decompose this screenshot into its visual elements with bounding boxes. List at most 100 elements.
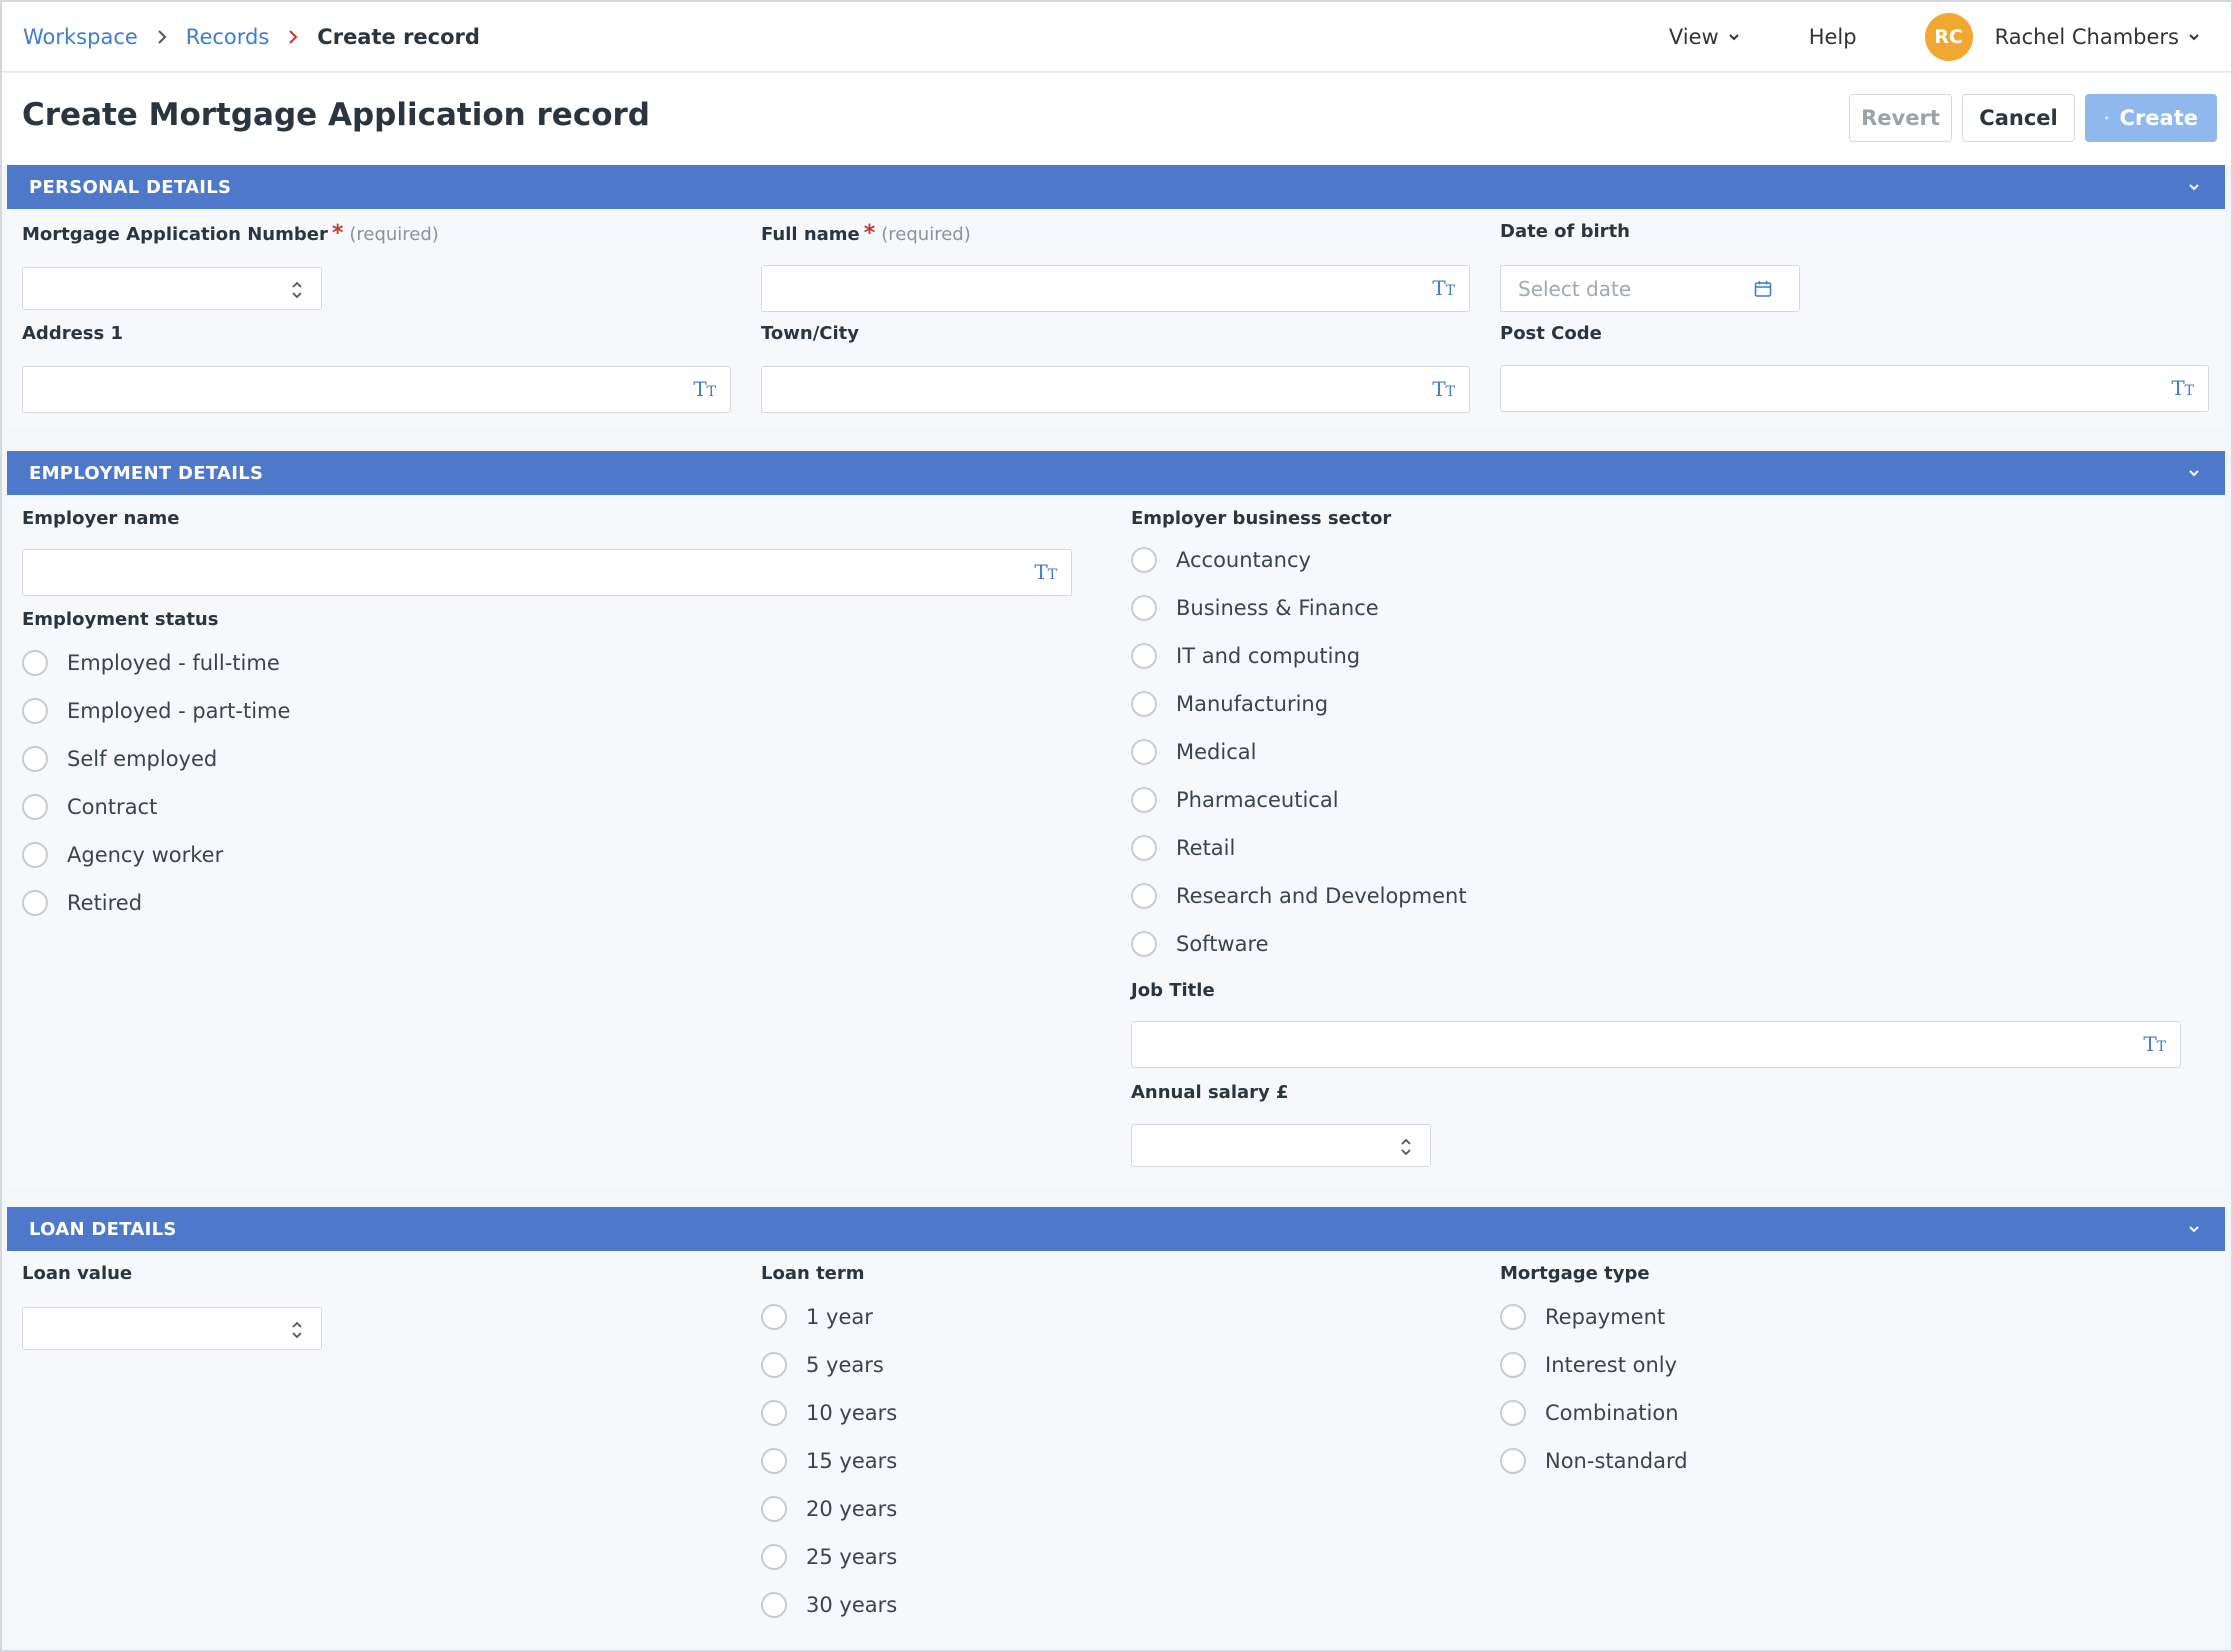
calendar-icon[interactable]: [1753, 279, 1773, 299]
radio-label: Research and Development: [1176, 884, 1467, 908]
radio-circle[interactable]: [1500, 1352, 1526, 1378]
radio-it-computing[interactable]: IT and computing: [1131, 643, 1360, 669]
section-title: EMPLOYMENT DETAILS: [29, 462, 264, 484]
radio-circle[interactable]: [22, 650, 48, 676]
radio-non-standard[interactable]: Non-standard: [1500, 1448, 1688, 1474]
radio-circle[interactable]: [761, 1400, 787, 1426]
radio-label: Accountancy: [1176, 548, 1311, 572]
loan-value-stepper[interactable]: [22, 1307, 322, 1350]
loan-details-body: Loan value Loan term 1 year 5 years 10 y…: [7, 1251, 2225, 1648]
radio-circle[interactable]: [22, 890, 48, 916]
radio-term-25-years[interactable]: 25 years: [761, 1544, 897, 1570]
radio-circle[interactable]: [1500, 1304, 1526, 1330]
radio-business-finance[interactable]: Business & Finance: [1131, 595, 1379, 621]
view-menu[interactable]: View: [1669, 25, 1741, 49]
loan-details-header[interactable]: LOAN DETAILS: [7, 1207, 2225, 1251]
cancel-button[interactable]: Cancel: [1962, 94, 2075, 142]
top-bar: Workspace Records Create record View Hel…: [2, 2, 2231, 72]
radio-retail[interactable]: Retail: [1131, 835, 1235, 861]
header-actions: Revert Cancel Create: [1849, 94, 2217, 142]
stepper-icon[interactable]: [291, 278, 303, 302]
radio-label: Medical: [1176, 740, 1257, 764]
postcode-input[interactable]: TT: [1500, 365, 2209, 412]
radio-circle[interactable]: [22, 746, 48, 772]
radio-agency-worker[interactable]: Agency worker: [22, 842, 223, 868]
radio-circle[interactable]: [22, 698, 48, 724]
chevron-down-icon[interactable]: [2187, 180, 2201, 194]
address-input[interactable]: TT: [22, 366, 731, 413]
radio-term-20-years[interactable]: 20 years: [761, 1496, 897, 1522]
section-title: LOAN DETAILS: [29, 1218, 177, 1240]
radio-term-15-years[interactable]: 15 years: [761, 1448, 897, 1474]
employment-details-header[interactable]: EMPLOYMENT DETAILS: [7, 451, 2225, 495]
radio-term-30-years[interactable]: 30 years: [761, 1592, 897, 1618]
radio-circle[interactable]: [1131, 835, 1157, 861]
radio-self-employed[interactable]: Self employed: [22, 746, 217, 772]
loan-details-section: LOAN DETAILS Loan value Loan term 1 year…: [7, 1207, 2225, 1648]
radio-contract[interactable]: Contract: [22, 794, 157, 820]
create-button[interactable]: Create: [2085, 94, 2217, 142]
radio-circle[interactable]: [22, 842, 48, 868]
radio-pharmaceutical[interactable]: Pharmaceutical: [1131, 787, 1339, 813]
help-link[interactable]: Help: [1809, 25, 1857, 49]
radio-accountancy[interactable]: Accountancy: [1131, 547, 1311, 573]
full-name-input[interactable]: TT: [761, 265, 1470, 312]
radio-circle[interactable]: [761, 1448, 787, 1474]
radio-label: Interest only: [1545, 1353, 1678, 1377]
radio-circle[interactable]: [1131, 547, 1157, 573]
user-menu[interactable]: RC Rachel Chambers: [1924, 13, 2201, 61]
radio-circle[interactable]: [1131, 691, 1157, 717]
breadcrumb-workspace[interactable]: Workspace: [23, 25, 138, 49]
text-type-icon: TT: [693, 377, 716, 401]
radio-circle[interactable]: [761, 1592, 787, 1618]
radio-software[interactable]: Software: [1131, 931, 1269, 957]
salary-stepper[interactable]: [1131, 1124, 1431, 1167]
radio-employed-full-time[interactable]: Employed - full-time: [22, 650, 280, 676]
radio-circle[interactable]: [761, 1496, 787, 1522]
radio-circle[interactable]: [761, 1352, 787, 1378]
radio-circle[interactable]: [1131, 931, 1157, 957]
radio-circle[interactable]: [22, 794, 48, 820]
radio-circle[interactable]: [1131, 883, 1157, 909]
breadcrumb-records[interactable]: Records: [186, 25, 270, 49]
radio-circle[interactable]: [1500, 1400, 1526, 1426]
create-button-label: Create: [2119, 106, 2198, 130]
job-title-label: Job Title: [1131, 980, 1215, 1001]
job-title-input[interactable]: TT: [1131, 1021, 2181, 1068]
radio-repayment[interactable]: Repayment: [1500, 1304, 1665, 1330]
radio-term-10-years[interactable]: 10 years: [761, 1400, 897, 1426]
radio-label: Retired: [67, 891, 143, 915]
radio-term-1-year[interactable]: 1 year: [761, 1304, 873, 1330]
radio-label: Non-standard: [1545, 1449, 1688, 1473]
app-number-stepper[interactable]: [22, 267, 322, 310]
radio-medical[interactable]: Medical: [1131, 739, 1256, 765]
stepper-icon[interactable]: [1400, 1135, 1412, 1159]
chevron-right-icon: [287, 29, 299, 45]
chevron-down-icon[interactable]: [2187, 1222, 2201, 1236]
radio-term-5-years[interactable]: 5 years: [761, 1352, 884, 1378]
radio-circle[interactable]: [1131, 739, 1157, 765]
radio-circle[interactable]: [1500, 1448, 1526, 1474]
radio-employed-part-time[interactable]: Employed - part-time: [22, 698, 290, 724]
radio-combination[interactable]: Combination: [1500, 1400, 1679, 1426]
chevron-down-icon[interactable]: [2187, 466, 2201, 480]
radio-circle[interactable]: [1131, 787, 1157, 813]
personal-details-header[interactable]: PERSONAL DETAILS: [7, 165, 2225, 209]
dob-picker[interactable]: Select date: [1500, 265, 1800, 312]
loan-term-label: Loan term: [761, 1263, 865, 1284]
user-name: Rachel Chambers: [1994, 25, 2179, 49]
radio-research-development[interactable]: Research and Development: [1131, 883, 1467, 909]
radio-manufacturing[interactable]: Manufacturing: [1131, 691, 1328, 717]
stepper-icon[interactable]: [291, 1318, 303, 1342]
town-input[interactable]: TT: [761, 366, 1470, 413]
radio-circle[interactable]: [761, 1304, 787, 1330]
radio-circle[interactable]: [1131, 595, 1157, 621]
employer-name-input[interactable]: TT: [22, 549, 1072, 596]
radio-label: Self employed: [67, 747, 218, 771]
radio-retired[interactable]: Retired: [22, 890, 142, 916]
radio-circle[interactable]: [1131, 643, 1157, 669]
revert-button[interactable]: Revert: [1849, 94, 1952, 142]
radio-interest-only[interactable]: Interest only: [1500, 1352, 1677, 1378]
required-star: *: [331, 221, 344, 246]
radio-circle[interactable]: [761, 1544, 787, 1570]
